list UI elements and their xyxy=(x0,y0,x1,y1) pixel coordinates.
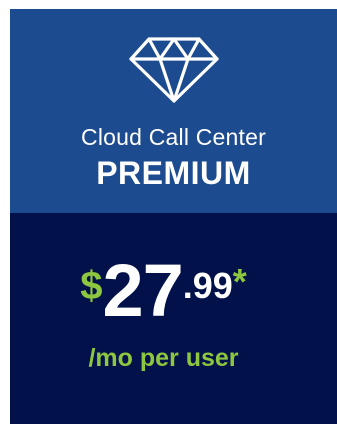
billing-period: /mo per user xyxy=(88,344,239,372)
diamond-icon xyxy=(129,37,219,103)
currency-symbol: $ xyxy=(80,264,103,308)
price: $27.99* xyxy=(0,254,327,328)
product-name: Cloud Call Center xyxy=(81,124,266,150)
price-cents: .99 xyxy=(182,265,233,306)
price-dollars: 27 xyxy=(102,249,183,332)
plan-header: Cloud Call Center PREMIUM xyxy=(10,9,337,213)
plan-name: PREMIUM xyxy=(96,155,251,191)
footnote-asterisk: * xyxy=(232,261,247,302)
